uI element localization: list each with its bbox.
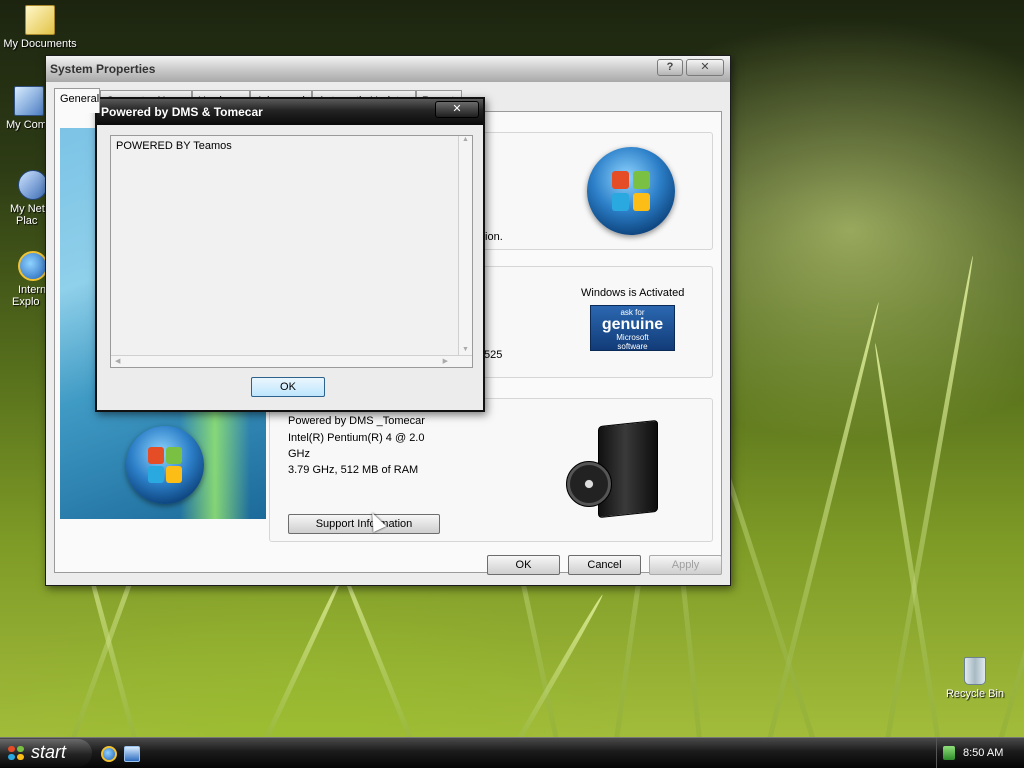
desktop-icon-label: My Documents [3, 38, 77, 50]
partial-text: tion. [482, 231, 503, 243]
system-properties-titlebar[interactable]: System Properties ? ✕ [46, 56, 730, 82]
recycle-bin-icon [964, 657, 986, 685]
quicklaunch-internet-explorer-icon[interactable] [101, 746, 117, 762]
genuine-microsoft-badge[interactable]: ask for genuine Microsoft software [590, 305, 675, 351]
dialog-ok-button[interactable]: OK [251, 377, 325, 397]
manufacturer-line: Powered by DMS _Tomecar [288, 415, 425, 427]
processor-line: Intel(R) Pentium(R) 4 @ 2.0 [288, 432, 425, 444]
windows-orb-icon [126, 426, 204, 504]
computer-group: Powered by DMS _Tomecar Intel(R) Pentium… [269, 398, 713, 542]
help-button[interactable]: ? [657, 59, 683, 76]
cancel-button[interactable]: Cancel [568, 555, 641, 575]
tab-general[interactable]: General [54, 88, 100, 113]
desktop-icon-recycle-bin[interactable]: Recycle Bin [935, 657, 1015, 700]
windows-flag-icon [8, 746, 24, 760]
dialog-title: Powered by DMS & Tomecar [101, 105, 263, 119]
dialog-close-button[interactable]: ✕ [435, 101, 479, 118]
ok-button[interactable]: OK [487, 555, 560, 575]
desktop-icon-label: My Net [10, 203, 45, 215]
safely-remove-hardware-icon[interactable] [943, 746, 955, 760]
my-computer-icon [14, 86, 44, 116]
processor-line-2: GHz [288, 448, 310, 460]
taskbar: start 8:50 AM [0, 737, 1024, 768]
scroll-left-arrow-icon[interactable]: ◀ [115, 357, 120, 365]
vertical-scrollbar[interactable]: ▲ ▼ [458, 136, 472, 367]
desktop-icon-label-line2: Plac [16, 215, 38, 227]
windows-logo-icon [587, 147, 675, 235]
windows-disc-icon [566, 461, 612, 507]
scroll-down-arrow-icon[interactable]: ▼ [459, 346, 472, 353]
quicklaunch-show-desktop-icon[interactable] [124, 746, 140, 762]
dialog-body: POWERED BY Teamos ▲ ▼ ◀ ▶ OK [97, 125, 483, 410]
support-text: POWERED BY Teamos [116, 140, 232, 152]
support-text-area[interactable]: POWERED BY Teamos ▲ ▼ ◀ ▶ [110, 135, 473, 368]
window-title: System Properties [50, 62, 156, 76]
internet-explorer-icon [18, 251, 48, 281]
memory-line: 3.79 GHz, 512 MB of RAM [288, 464, 419, 476]
start-label: start [31, 742, 67, 762]
partial-product-id: 525 [484, 349, 503, 361]
start-button[interactable]: start [0, 739, 92, 767]
support-information-dialog: Powered by DMS & Tomecar ✕ POWERED BY Te… [95, 97, 485, 412]
system-tray: 8:50 AM [936, 738, 1024, 768]
dialog-titlebar[interactable]: Powered by DMS & Tomecar ✕ [97, 99, 483, 125]
desktop-icon-label: Intern [18, 284, 47, 296]
my-network-places-icon [18, 170, 48, 200]
genuine-badge-sub: software [617, 342, 648, 351]
scroll-right-arrow-icon[interactable]: ▶ [443, 357, 448, 365]
genuine-badge-main: genuine [601, 316, 664, 333]
desktop-icon-label: Recycle Bin [945, 688, 1005, 700]
desktop-icon-my-documents[interactable]: My Documents [0, 5, 80, 50]
genuine-badge-brand: Microsoft [616, 333, 649, 342]
close-button[interactable]: ✕ [686, 59, 724, 76]
desktop-icon-label: My Com [6, 119, 47, 131]
desktop-icon-label-line2: Explo [12, 296, 40, 308]
my-documents-icon [25, 5, 55, 35]
clock[interactable]: 8:50 AM [963, 747, 1003, 759]
activation-status: Windows is Activated [581, 287, 685, 299]
horizontal-scrollbar[interactable]: ◀ ▶ [111, 355, 472, 367]
scroll-up-arrow-icon[interactable]: ▲ [459, 136, 472, 143]
support-information-button[interactable]: Support Information [288, 514, 440, 534]
apply-button[interactable]: Apply [649, 555, 722, 575]
